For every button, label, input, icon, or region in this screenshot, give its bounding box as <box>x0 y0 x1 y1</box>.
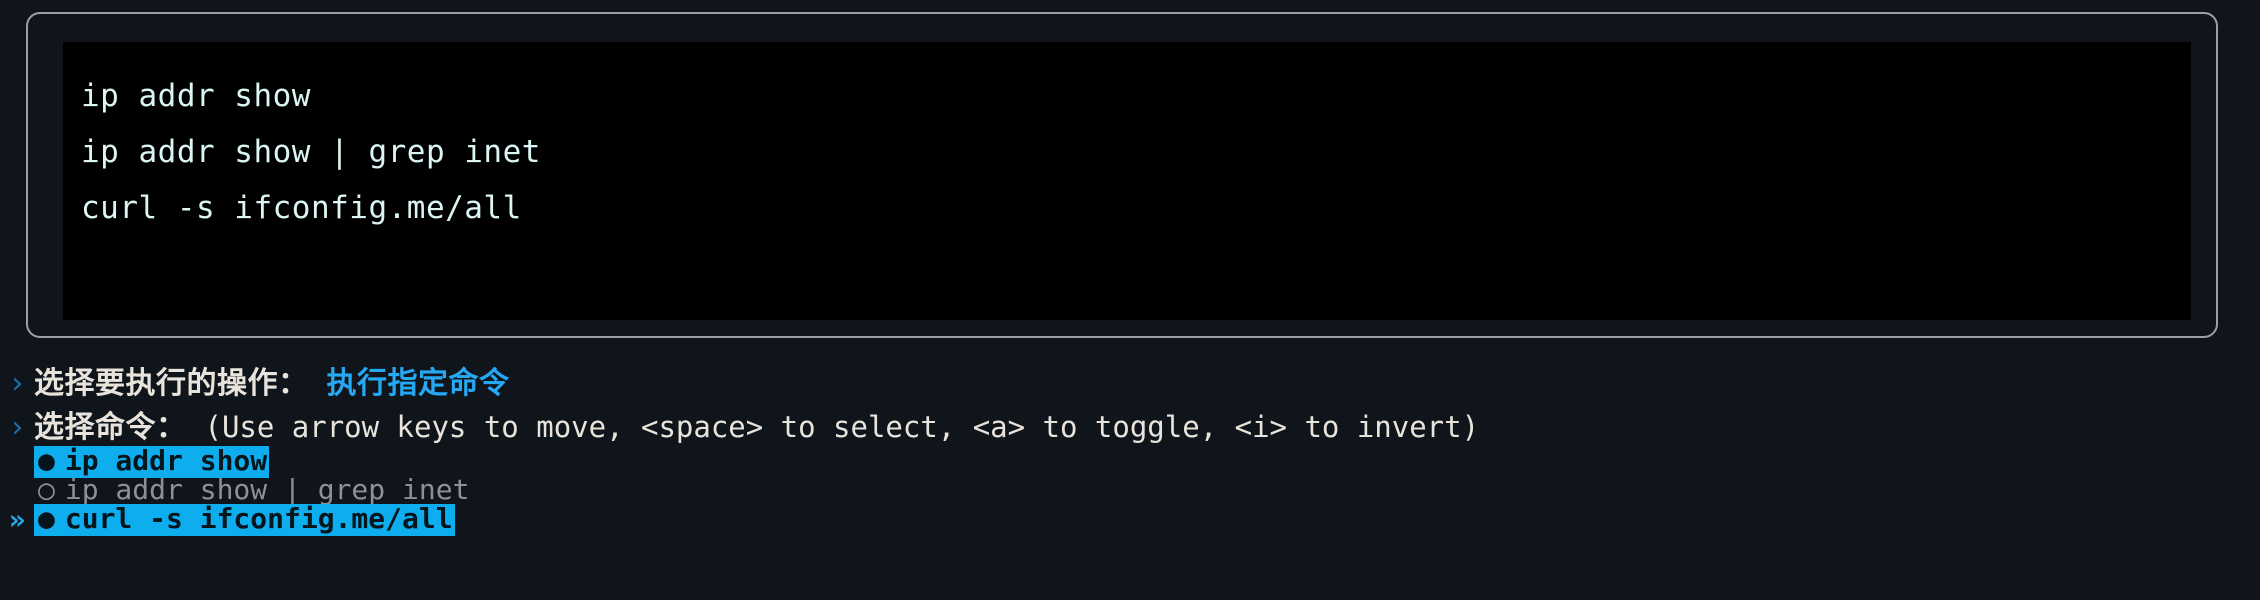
cursor-pointer-icon: » <box>8 503 26 536</box>
choice-item[interactable]: ○ ip addr show | grep inet <box>0 476 2260 505</box>
prompt-question-action: › 选择要执行的操作： 执行指定命令 <box>0 358 2260 402</box>
radio-checked-icon[interactable]: ● <box>38 505 55 533</box>
prompt-question-label: 选择要执行的操作： <box>34 366 309 401</box>
command-choice-list[interactable]: ● ip addr show ○ ip addr show | grep inet … <box>0 446 2260 536</box>
prompt-question-label: 选择命令： <box>34 410 187 445</box>
chevron-right-icon: › <box>7 410 27 445</box>
choice-body[interactable]: ● curl -s ifconfig.me/all <box>34 504 455 536</box>
command-preview-line: ip addr show | grep inet <box>81 134 541 170</box>
prompt-question-command: › 选择命令： (Use arrow keys to move, <space>… <box>0 402 2260 446</box>
cursor-pointer-icon <box>0 477 34 505</box>
prompt-area: › 选择要执行的操作： 执行指定命令 › 选择命令： (Use arrow ke… <box>0 358 2260 536</box>
choice-item[interactable]: » ● curl -s ifconfig.me/all <box>0 503 2260 536</box>
terminal-cli-screen: ip addr show ip addr show | grep inet cu… <box>0 0 2260 600</box>
cursor-pointer-icon <box>0 448 34 476</box>
command-preview-line: curl -s ifconfig.me/all <box>81 190 522 226</box>
chevron-right-icon: › <box>7 366 27 401</box>
command-preview-line: ip addr show <box>81 78 311 114</box>
choice-label: curl -s ifconfig.me/all <box>64 502 453 535</box>
radio-checked-icon[interactable]: ● <box>38 447 55 475</box>
prompt-keyboard-hint: (Use arrow keys to move, <space> to sele… <box>204 410 1480 444</box>
command-preview-screen: ip addr show ip addr show | grep inet cu… <box>63 42 2191 320</box>
choice-item[interactable]: ● ip addr show <box>0 446 2260 478</box>
prompt-answer-value: 执行指定命令 <box>326 366 510 401</box>
radio-unchecked-icon[interactable]: ○ <box>38 476 55 504</box>
command-preview-panel: ip addr show ip addr show | grep inet cu… <box>26 12 2218 338</box>
